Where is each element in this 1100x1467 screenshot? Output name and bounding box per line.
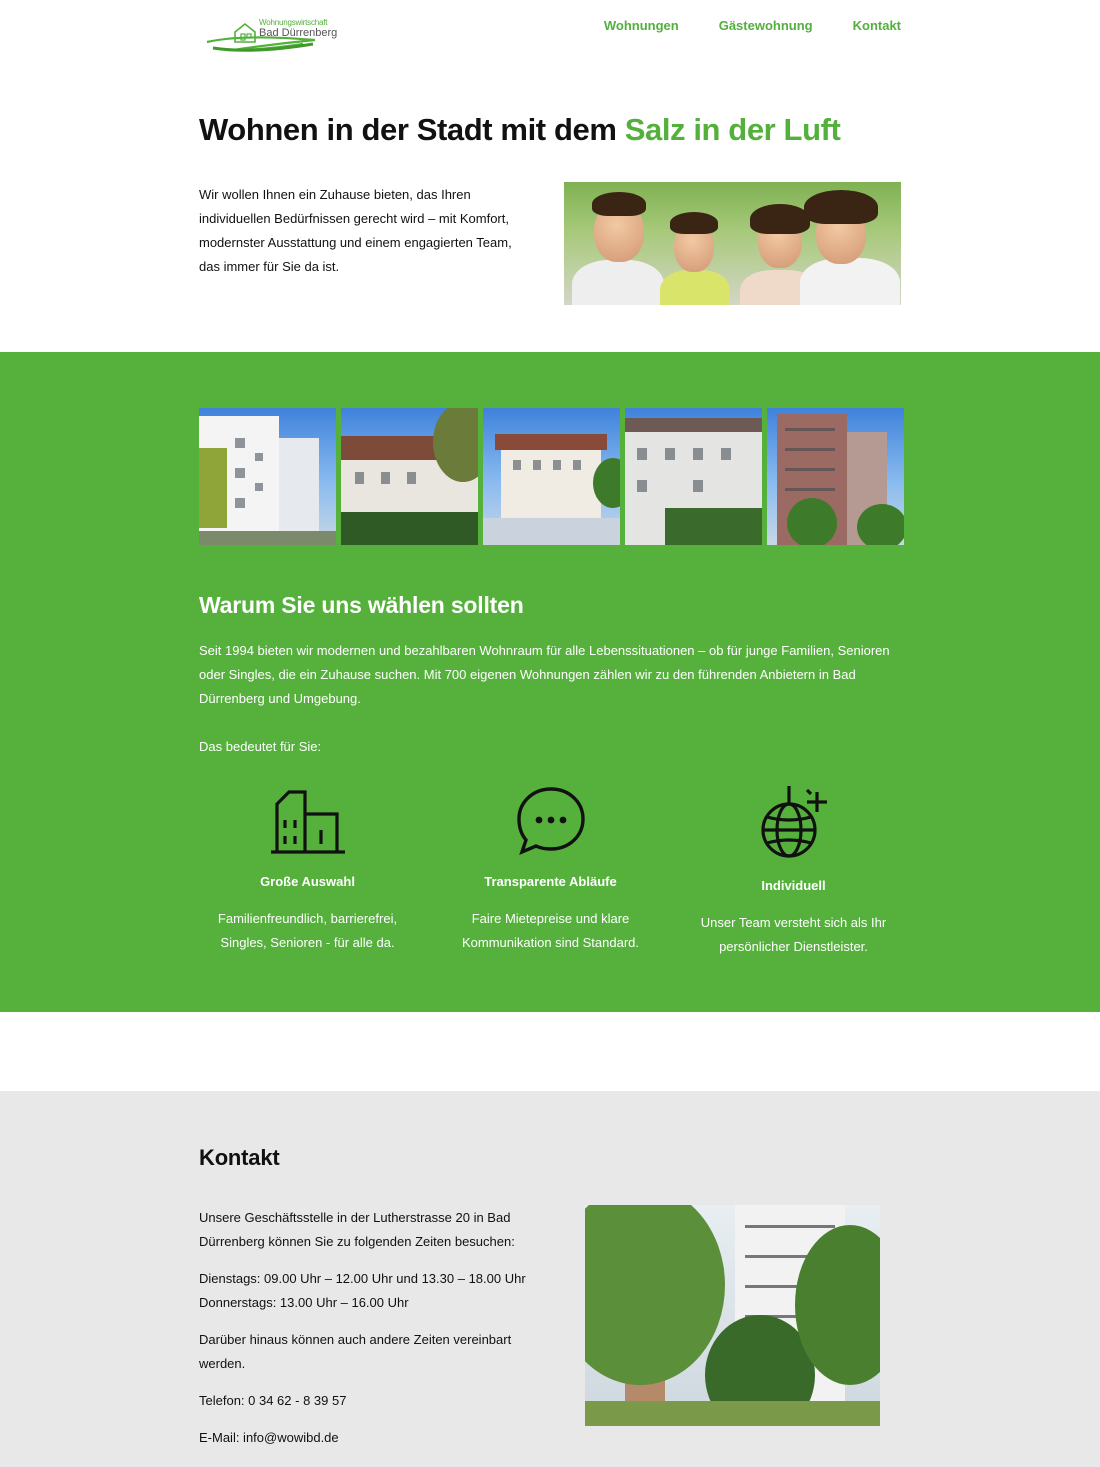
hero-title-main: Wohnen in der Stadt mit dem: [199, 112, 625, 147]
gallery-photo-5[interactable]: [767, 408, 904, 545]
nav-gaestewohnung[interactable]: Gästewohnung: [719, 18, 813, 33]
feature-item: Große Auswahl Familienfreundlich, barrie…: [186, 784, 429, 959]
feature-item: Transparente Abläufe Faire Mietepreise u…: [429, 784, 672, 959]
contact-address: Unsere Geschäftsstelle in der Lutherstra…: [199, 1210, 515, 1249]
hero-title: Wohnen in der Stadt mit dem Salz in der …: [199, 112, 901, 148]
opening-hours-tuesday: Dienstags: 09.00 Uhr – 12.00 Uhr und 13.…: [199, 1271, 526, 1286]
feature-title: Transparente Abläufe: [484, 874, 617, 889]
gallery-photo-4[interactable]: [625, 408, 762, 545]
hero-text: Wir wollen Ihnen ein Zuhause bieten, das…: [199, 187, 512, 274]
disco-ball-icon: [760, 786, 827, 858]
office-building-photo: [585, 1205, 880, 1426]
contact-info: Unsere Geschäftsstelle in der Lutherstra…: [199, 1206, 544, 1463]
contact-title: Kontakt: [199, 1145, 280, 1170]
logo-line2: Bad Dürrenberg: [259, 27, 338, 39]
feature-list: Große Auswahl Familienfreundlich, barrie…: [186, 784, 915, 959]
contact-other-times: Darüber hinaus können auch andere Zeiten…: [199, 1332, 512, 1371]
gallery-photo-1[interactable]: [199, 408, 336, 545]
why-title: Warum Sie uns wählen sollten: [199, 592, 524, 618]
why-text: Seit 1994 bieten wir modernen und bezahl…: [199, 643, 890, 706]
gallery-photo-2[interactable]: [341, 408, 478, 545]
main-nav: Wohnungen Gästewohnung Kontakt: [604, 18, 901, 33]
gallery-photo-3[interactable]: [483, 408, 620, 545]
feature-description: Faire Mietepreise und klare Kommunikatio…: [461, 911, 640, 950]
hero-section: Wohnen in der Stadt mit dem Salz in der …: [199, 112, 901, 305]
feature-item: Individuell Unser Team versteht sich als…: [672, 784, 915, 959]
feature-title: Individuell: [761, 878, 826, 893]
contact-section: Kontakt Unsere Geschäftsstelle in der Lu…: [0, 1091, 1100, 1467]
feature-description: Unser Team versteht sich als Ihr persönl…: [700, 915, 887, 954]
hero-title-highlight: Salz in der Luft: [624, 112, 841, 147]
site-logo[interactable]: Wohnungswirtschaft Bad Dürrenberg: [203, 14, 337, 58]
why-subtitle: Das bedeutet für Sie:: [199, 739, 322, 754]
feature-description: Familienfreundlich, barrierefrei, Single…: [217, 911, 398, 950]
building-icon: [270, 790, 345, 854]
contact-hours: Dienstags: 09.00 Uhr – 12.00 Uhr und 13.…: [199, 1267, 544, 1315]
family-photo: [564, 182, 901, 305]
feature-title: Große Auswahl: [260, 874, 355, 889]
contact-email[interactable]: E-Mail: info@wowibd.de: [199, 1426, 544, 1450]
site-header: Wohnungswirtschaft Bad Dürrenberg Wohnun…: [0, 0, 1100, 60]
opening-hours-thursday: Donnerstags: 13.00 Uhr – 16.00 Uhr: [199, 1295, 409, 1310]
nav-wohnungen[interactable]: Wohnungen: [604, 18, 679, 33]
why-section: Warum Sie uns wählen sollten Seit 1994 b…: [0, 352, 1100, 1012]
contact-phone[interactable]: Telefon: 0 34 62 - 8 39 57: [199, 1389, 544, 1413]
nav-kontakt[interactable]: Kontakt: [853, 18, 901, 33]
logo-line1: Wohnungswirtschaft: [259, 18, 328, 27]
chat-bubble-icon: [516, 787, 585, 856]
building-gallery: [199, 408, 904, 545]
